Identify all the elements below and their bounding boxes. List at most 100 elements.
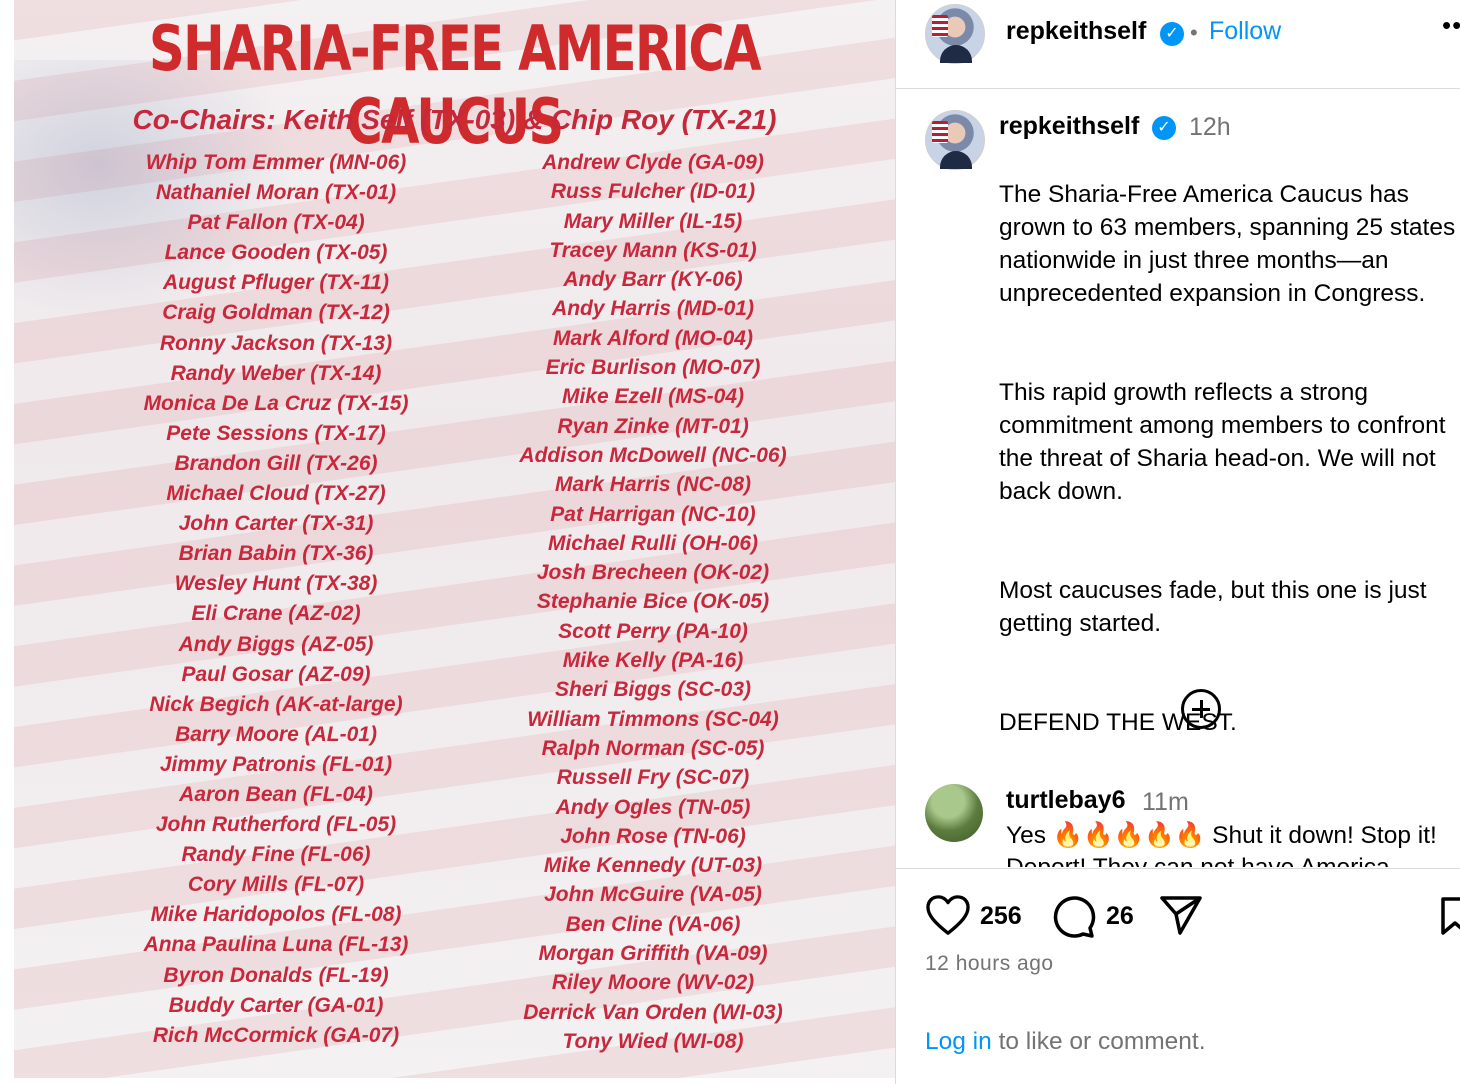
caption-paragraph: The Sharia-Free America Caucus has grown… bbox=[999, 181, 1456, 307]
caption-username[interactable]: repkeithself bbox=[999, 112, 1139, 141]
member-name: Whip Tom Emmer (MN-06) bbox=[145, 151, 407, 174]
member-name: Derrick Van Orden (WI-03) bbox=[523, 1000, 783, 1024]
member-name: Mark Harris (NC-08) bbox=[554, 473, 752, 497]
member-name: John Rutherford (FL-05) bbox=[155, 813, 397, 837]
actions-divider bbox=[896, 868, 1460, 869]
member-name: Scott Perry (PA-10) bbox=[558, 619, 748, 643]
verified-badge-icon: ✓ bbox=[1152, 116, 1176, 140]
member-name: Riley Moore (WV-02) bbox=[551, 971, 755, 995]
profile-avatar[interactable] bbox=[925, 4, 985, 64]
member-name: Morgan Griffith (VA-09) bbox=[538, 942, 768, 966]
heart-icon[interactable] bbox=[925, 894, 971, 936]
member-name: August Pfluger (TX-11) bbox=[163, 271, 389, 295]
member-name: Mary Miller (IL-15) bbox=[563, 209, 743, 233]
bookmark-icon[interactable] bbox=[1440, 896, 1460, 936]
member-name: Brian Babin (TX-36) bbox=[178, 542, 374, 566]
login-prompt: Log in to like or comment. bbox=[925, 1028, 1206, 1056]
members-list-right: Andrew Clyde (GA-09) Russ Fulcher (ID-01)… bbox=[488, 148, 818, 1056]
header-separator: • bbox=[1190, 20, 1198, 45]
member-name: Josh Brecheen (OK-02) bbox=[536, 561, 770, 585]
member-name: Buddy Carter (GA-01) bbox=[168, 993, 384, 1017]
member-name: Andy Harris (MD-01) bbox=[552, 297, 754, 321]
member-name: Mike Ezell (MS-04) bbox=[561, 385, 745, 409]
member-name: Andy Barr (KY-06) bbox=[563, 268, 743, 292]
flag-icon bbox=[932, 15, 948, 37]
member-name: Byron Donalds (FL-19) bbox=[163, 963, 389, 987]
member-name: John McGuire (VA-05) bbox=[544, 883, 762, 907]
share-icon[interactable] bbox=[1158, 894, 1204, 936]
member-name: William Timmons (SC-04) bbox=[527, 707, 779, 731]
member-name: John Rose (TN-06) bbox=[560, 824, 746, 848]
load-more-comments-icon[interactable] bbox=[1181, 689, 1221, 729]
member-name: Mark Alford (MO-04) bbox=[553, 326, 753, 350]
member-name: Eli Crane (AZ-02) bbox=[191, 602, 361, 626]
header-divider bbox=[896, 88, 1460, 89]
member-name: Ben Cline (VA-06) bbox=[565, 912, 741, 936]
member-name: Nathaniel Moran (TX-01) bbox=[155, 181, 397, 205]
follow-button[interactable]: Follow bbox=[1209, 17, 1281, 46]
member-name: Paul Gosar (AZ-09) bbox=[181, 662, 371, 686]
member-name: Mike Kennedy (UT-03) bbox=[543, 854, 763, 878]
member-name: Nick Begich (AK-at-large) bbox=[149, 692, 403, 716]
member-name: Stephanie Bice (OK-05) bbox=[536, 590, 770, 614]
member-name: Anna Paulina Luna (FL-13) bbox=[143, 933, 409, 957]
member-name: Ralph Norman (SC-05) bbox=[541, 736, 765, 760]
member-name: Ryan Zinke (MT-01) bbox=[557, 414, 749, 438]
member-name: Russell Fry (SC-07) bbox=[556, 766, 750, 790]
verified-badge-icon: ✓ bbox=[1160, 22, 1184, 46]
panel-divider bbox=[895, 0, 896, 1084]
post-timestamp[interactable]: 12 hours ago bbox=[925, 952, 1054, 976]
member-name: Andy Ogles (TN-05) bbox=[555, 795, 751, 819]
member-name: Ronny Jackson (TX-13) bbox=[159, 331, 393, 355]
member-name: Russ Fulcher (ID-01) bbox=[550, 180, 756, 204]
member-name: Wesley Hunt (TX-38) bbox=[174, 572, 378, 596]
header-username[interactable]: repkeithself bbox=[1006, 17, 1146, 46]
member-name: Jimmy Patronis (FL-01) bbox=[159, 752, 393, 776]
member-name: Andy Biggs (AZ-05) bbox=[178, 632, 374, 656]
commenter-avatar[interactable] bbox=[925, 784, 983, 842]
avatar-figure bbox=[940, 45, 972, 63]
member-name: Craig Goldman (TX-12) bbox=[162, 301, 390, 325]
member-name: Barry Moore (AL-01) bbox=[175, 722, 377, 746]
member-name: Eric Burlison (MO-07) bbox=[545, 356, 761, 380]
comment-count[interactable]: 26 bbox=[1106, 902, 1134, 931]
member-name: Sheri Biggs (SC-03) bbox=[554, 678, 752, 702]
comment-item: turtlebay6 11m Yes 🔥🔥🔥🔥🔥 Shut it down! S… bbox=[1000, 780, 1460, 867]
login-suffix: to like or comment. bbox=[991, 1028, 1206, 1055]
member-name: Rich McCormick (GA-07) bbox=[152, 1023, 400, 1047]
member-name: Randy Weber (TX-14) bbox=[170, 361, 382, 385]
caption-paragraph: This rapid growth reflects a strong comm… bbox=[999, 379, 1446, 505]
comment-username[interactable]: turtlebay6 bbox=[1006, 786, 1125, 815]
member-name: Randy Fine (FL-06) bbox=[181, 843, 371, 867]
member-name: Andrew Clyde (GA-09) bbox=[542, 151, 764, 174]
member-name: Tony Wied (WI-08) bbox=[562, 1029, 744, 1053]
comment-text: Yes 🔥🔥🔥🔥🔥 Shut it down! Stop it! Deport!… bbox=[1006, 822, 1437, 867]
member-name: Lance Gooden (TX-05) bbox=[164, 241, 388, 265]
member-name: John Carter (TX-31) bbox=[178, 512, 374, 536]
member-name: Cory Mills (FL-07) bbox=[187, 873, 365, 897]
caption-time[interactable]: 12h bbox=[1189, 113, 1231, 142]
caption-paragraph: Most caucuses fade, but this one is just… bbox=[999, 577, 1427, 637]
comment-time[interactable]: 11m bbox=[1142, 788, 1189, 817]
member-name: Monica De La Cruz (TX-15) bbox=[143, 391, 409, 415]
cochairs-line: Co-Chairs: Keith Self (TX-03) & Chip Roy… bbox=[132, 104, 777, 135]
member-name: Mike Haridopolos (FL-08) bbox=[150, 903, 402, 927]
like-count[interactable]: 256 bbox=[980, 902, 1022, 931]
avatar-figure bbox=[940, 151, 972, 169]
caucus-title: SHARIA-FREE AMERICA CAUCUS bbox=[148, 12, 762, 158]
member-name: Michael Rulli (OH-06) bbox=[547, 531, 759, 555]
member-name: Pete Sessions (TX-17) bbox=[166, 421, 386, 445]
instagram-post: SHARIA-FREE AMERICA CAUCUS Co-Chairs: Ke… bbox=[0, 0, 1460, 1084]
caption-avatar[interactable] bbox=[925, 110, 985, 170]
post-image[interactable]: SHARIA-FREE AMERICA CAUCUS Co-Chairs: Ke… bbox=[14, 0, 895, 1078]
member-name: Pat Harrigan (NC-10) bbox=[550, 502, 756, 526]
member-name: Mike Kelly (PA-16) bbox=[562, 649, 744, 673]
comment-bubble-icon[interactable] bbox=[1050, 894, 1096, 938]
more-options-icon[interactable]: •• bbox=[1442, 10, 1460, 41]
member-name: Michael Cloud (TX-27) bbox=[166, 482, 386, 506]
caption-paragraph: DEFEND THE WEST. bbox=[999, 709, 1237, 736]
caption-text: The Sharia-Free America Caucus has grown… bbox=[999, 145, 1460, 805]
member-name: Brandon Gill (TX-26) bbox=[174, 451, 378, 475]
members-list-left: Whip Tom Emmer (MN-06) Nathaniel Moran (T… bbox=[126, 148, 426, 1051]
login-link[interactable]: Log in bbox=[925, 1028, 992, 1055]
